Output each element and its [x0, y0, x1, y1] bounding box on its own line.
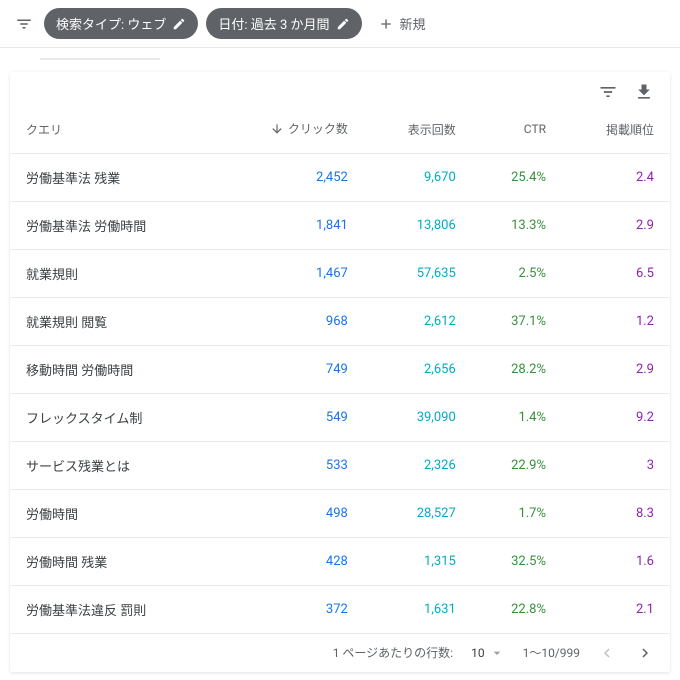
cell-query: 移動時間 労働時間: [10, 345, 215, 393]
filter-icon: [598, 82, 618, 102]
cell-impressions: 2,326: [364, 441, 472, 489]
table-row[interactable]: 移動時間 労働時間7492,65628.2%2.9: [10, 345, 670, 393]
col-impressions[interactable]: 表示回数: [364, 106, 472, 153]
col-clicks[interactable]: クリック数: [215, 106, 363, 153]
cell-ctr: 13.3%: [472, 201, 562, 249]
table-row[interactable]: 労働基準法違反 罰則3721,63122.8%2.1: [10, 585, 670, 633]
cell-impressions: 39,090: [364, 393, 472, 441]
cell-impressions: 2,612: [364, 297, 472, 345]
pagination: 1 ページあたりの行数: 10 1～10/999: [10, 634, 670, 672]
table-filter-button[interactable]: [598, 82, 618, 102]
cell-query: 就業規則: [10, 249, 215, 297]
tab-indicator: [40, 58, 160, 60]
arrow-down-icon: [270, 122, 284, 136]
cell-query: 労働基準法 労働時間: [10, 201, 215, 249]
chip-date[interactable]: 日付: 過去 3 か月間: [206, 8, 361, 39]
cell-impressions: 13,806: [364, 201, 472, 249]
cell-position: 3: [562, 441, 670, 489]
download-button[interactable]: [634, 82, 654, 102]
cell-impressions: 57,635: [364, 249, 472, 297]
cell-ctr: 28.2%: [472, 345, 562, 393]
col-ctr[interactable]: CTR: [472, 106, 562, 153]
cell-position: 9.2: [562, 393, 670, 441]
cell-query: 労働基準法違反 罰則: [10, 585, 215, 633]
pencil-icon: [172, 17, 186, 31]
cell-query: 労働基準法 残業: [10, 153, 215, 201]
new-filter-label: 新規: [400, 14, 426, 33]
cell-position: 2.4: [562, 153, 670, 201]
plus-icon: [378, 16, 394, 32]
cell-clicks: 749: [215, 345, 363, 393]
cell-clicks: 968: [215, 297, 363, 345]
rows-per-page-label: 1 ページあたりの行数:: [333, 644, 453, 661]
cell-position: 8.3: [562, 489, 670, 537]
cell-clicks: 498: [215, 489, 363, 537]
cell-position: 6.5: [562, 249, 670, 297]
table-row[interactable]: 労働時間 残業4281,31532.5%1.6: [10, 537, 670, 585]
chip-date-label: 日付: 過去 3 か月間: [218, 14, 329, 33]
query-table-card: クエリ クリック数 表示回数 CTR 掲載順位 労働基準法 残業2,4529,6…: [10, 72, 670, 672]
new-filter-button[interactable]: 新規: [370, 10, 434, 37]
cell-impressions: 9,670: [364, 153, 472, 201]
chip-search-type-label: 検索タイプ: ウェブ: [56, 14, 166, 33]
table-row[interactable]: 就業規則 閲覧9682,61237.1%1.2: [10, 297, 670, 345]
cell-impressions: 2,656: [364, 345, 472, 393]
query-table: クエリ クリック数 表示回数 CTR 掲載順位 労働基準法 残業2,4529,6…: [10, 106, 670, 634]
cell-position: 2.9: [562, 201, 670, 249]
cell-ctr: 1.4%: [472, 393, 562, 441]
filter-list-icon[interactable]: [12, 12, 36, 36]
dropdown-icon: [489, 645, 505, 661]
pencil-icon: [336, 17, 350, 31]
cell-position: 2.9: [562, 345, 670, 393]
table-row[interactable]: 労働基準法 労働時間1,84113,80613.3%2.9: [10, 201, 670, 249]
cell-query: 就業規則 閲覧: [10, 297, 215, 345]
cell-clicks: 2,452: [215, 153, 363, 201]
cell-ctr: 2.5%: [472, 249, 562, 297]
prev-page-button[interactable]: [598, 644, 616, 662]
chevron-right-icon: [636, 644, 654, 662]
cell-clicks: 372: [215, 585, 363, 633]
col-position[interactable]: 掲載順位: [562, 106, 670, 153]
cell-ctr: 1.7%: [472, 489, 562, 537]
cell-clicks: 533: [215, 441, 363, 489]
cell-position: 2.1: [562, 585, 670, 633]
rows-per-page-select[interactable]: 10: [471, 645, 505, 661]
table-row[interactable]: 労働時間49828,5271.7%8.3: [10, 489, 670, 537]
cell-impressions: 28,527: [364, 489, 472, 537]
cell-clicks: 549: [215, 393, 363, 441]
col-query[interactable]: クエリ: [10, 106, 215, 153]
cell-ctr: 22.8%: [472, 585, 562, 633]
page-range: 1～10/999: [523, 644, 580, 661]
download-icon: [634, 82, 654, 102]
cell-query: サービス残業とは: [10, 441, 215, 489]
table-row[interactable]: フレックスタイム制54939,0901.4%9.2: [10, 393, 670, 441]
chip-search-type[interactable]: 検索タイプ: ウェブ: [44, 8, 198, 39]
cell-ctr: 25.4%: [472, 153, 562, 201]
table-row[interactable]: 就業規則1,46757,6352.5%6.5: [10, 249, 670, 297]
table-row[interactable]: サービス残業とは5332,32622.9%3: [10, 441, 670, 489]
cell-query: フレックスタイム制: [10, 393, 215, 441]
cell-impressions: 1,631: [364, 585, 472, 633]
chevron-left-icon: [598, 644, 616, 662]
cell-position: 1.2: [562, 297, 670, 345]
next-page-button[interactable]: [636, 644, 654, 662]
cell-ctr: 32.5%: [472, 537, 562, 585]
table-row[interactable]: 労働基準法 残業2,4529,67025.4%2.4: [10, 153, 670, 201]
cell-ctr: 22.9%: [472, 441, 562, 489]
cell-ctr: 37.1%: [472, 297, 562, 345]
cell-clicks: 428: [215, 537, 363, 585]
cell-query: 労働時間: [10, 489, 215, 537]
cell-clicks: 1,841: [215, 201, 363, 249]
cell-clicks: 1,467: [215, 249, 363, 297]
cell-query: 労働時間 残業: [10, 537, 215, 585]
cell-impressions: 1,315: [364, 537, 472, 585]
cell-position: 1.6: [562, 537, 670, 585]
